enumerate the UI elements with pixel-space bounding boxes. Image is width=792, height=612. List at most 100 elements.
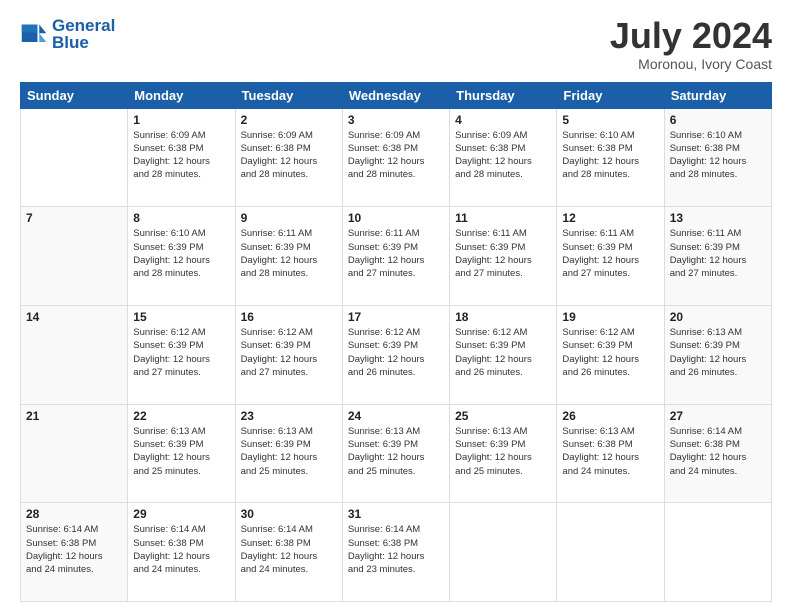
calendar-cell: [664, 503, 771, 602]
day-info: Sunrise: 6:13 AMSunset: 6:39 PMDaylight:…: [348, 425, 444, 478]
day-number: 30: [241, 507, 337, 521]
calendar-cell: 17 Sunrise: 6:12 AMSunset: 6:39 PMDayligh…: [342, 305, 449, 404]
calendar-cell: 9 Sunrise: 6:11 AMSunset: 6:39 PMDaylight…: [235, 207, 342, 306]
day-number: 22: [133, 409, 229, 423]
calendar-body: 1 Sunrise: 6:09 AMSunset: 6:38 PMDaylight…: [21, 108, 772, 601]
calendar-cell: 20 Sunrise: 6:13 AMSunset: 6:39 PMDayligh…: [664, 305, 771, 404]
day-number: 27: [670, 409, 766, 423]
day-info: Sunrise: 6:12 AMSunset: 6:39 PMDaylight:…: [348, 326, 444, 379]
day-number: 11: [455, 211, 551, 225]
day-number: 24: [348, 409, 444, 423]
calendar-header-row: SundayMondayTuesdayWednesdayThursdayFrid…: [21, 82, 772, 108]
logo-text: General Blue: [52, 16, 115, 53]
calendar-cell: 1 Sunrise: 6:09 AMSunset: 6:38 PMDaylight…: [128, 108, 235, 207]
day-info: Sunrise: 6:14 AMSunset: 6:38 PMDaylight:…: [133, 523, 229, 576]
day-number: 12: [562, 211, 658, 225]
day-info: Sunrise: 6:13 AMSunset: 6:39 PMDaylight:…: [241, 425, 337, 478]
calendar-cell: 18Sunrise: 6:12 AMSunset: 6:39 PMDayligh…: [450, 305, 557, 404]
day-number: 21: [26, 409, 122, 423]
day-info: Sunrise: 6:12 AMSunset: 6:39 PMDaylight:…: [133, 326, 229, 379]
day-info: Sunrise: 6:11 AMSunset: 6:39 PMDaylight:…: [241, 227, 337, 280]
day-info: Sunrise: 6:12 AMSunset: 6:39 PMDaylight:…: [562, 326, 658, 379]
calendar-cell: [21, 108, 128, 207]
calendar-cell: 7: [21, 207, 128, 306]
month-year: July 2024: [610, 16, 772, 56]
calendar-cell: 24 Sunrise: 6:13 AMSunset: 6:39 PMDayligh…: [342, 404, 449, 503]
day-number: 29: [133, 507, 229, 521]
calendar-cell: 29 Sunrise: 6:14 AMSunset: 6:38 PMDayligh…: [128, 503, 235, 602]
day-info: Sunrise: 6:09 AMSunset: 6:38 PMDaylight:…: [133, 129, 229, 182]
calendar-week-row: 14 15 Sunrise: 6:12 AMSunset: 6:39 PMDayli…: [21, 305, 772, 404]
day-number: 20: [670, 310, 766, 324]
calendar-cell: 30 Sunrise: 6:14 AMSunset: 6:38 PMDayligh…: [235, 503, 342, 602]
day-info: Sunrise: 6:14 AMSunset: 6:38 PMDaylight:…: [241, 523, 337, 576]
weekday-header-monday: Monday: [128, 82, 235, 108]
day-number: 13: [670, 211, 766, 225]
day-info: Sunrise: 6:11 AMSunset: 6:39 PMDaylight:…: [562, 227, 658, 280]
calendar-week-row: 78 Sunrise: 6:10 AMSunset: 6:39 PMDayligh…: [21, 207, 772, 306]
day-number: 26: [562, 409, 658, 423]
day-info: Sunrise: 6:14 AMSunset: 6:38 PMDaylight:…: [26, 523, 122, 576]
logo: General Blue: [20, 16, 115, 53]
logo-icon: [20, 21, 48, 49]
calendar-cell: 2 Sunrise: 6:09 AMSunset: 6:38 PMDaylight…: [235, 108, 342, 207]
day-number: 7: [26, 211, 122, 225]
day-number: 9: [241, 211, 337, 225]
calendar-cell: 3 Sunrise: 6:09 AMSunset: 6:38 PMDaylight…: [342, 108, 449, 207]
day-info: Sunrise: 6:13 AMSunset: 6:39 PMDaylight:…: [133, 425, 229, 478]
calendar-cell: 19 Sunrise: 6:12 AMSunset: 6:39 PMDayligh…: [557, 305, 664, 404]
day-info: Sunrise: 6:13 AMSunset: 6:39 PMDaylight:…: [670, 326, 766, 379]
weekday-header-thursday: Thursday: [450, 82, 557, 108]
day-number: 8: [133, 211, 229, 225]
calendar-cell: 23Sunrise: 6:13 AMSunset: 6:39 PMDayligh…: [235, 404, 342, 503]
calendar-cell: 10 Sunrise: 6:11 AMSunset: 6:39 PMDayligh…: [342, 207, 449, 306]
day-info: Sunrise: 6:12 AMSunset: 6:39 PMDaylight:…: [241, 326, 337, 379]
day-number: 19: [562, 310, 658, 324]
title-block: July 2024 Moronou, Ivory Coast: [610, 16, 772, 72]
weekday-header-sunday: Sunday: [21, 82, 128, 108]
day-number: 10: [348, 211, 444, 225]
calendar-cell: 13Sunrise: 6:11 AMSunset: 6:39 PMDayligh…: [664, 207, 771, 306]
day-number: 2: [241, 113, 337, 127]
day-info: Sunrise: 6:13 AMSunset: 6:38 PMDaylight:…: [562, 425, 658, 478]
day-number: 6: [670, 113, 766, 127]
day-number: 15: [133, 310, 229, 324]
weekday-header-friday: Friday: [557, 82, 664, 108]
weekday-header-saturday: Saturday: [664, 82, 771, 108]
page: General Blue July 2024 Moronou, Ivory Co…: [0, 0, 792, 612]
weekday-header-tuesday: Tuesday: [235, 82, 342, 108]
day-number: 3: [348, 113, 444, 127]
day-number: 16: [241, 310, 337, 324]
day-info: Sunrise: 6:10 AMSunset: 6:39 PMDaylight:…: [133, 227, 229, 280]
day-number: 1: [133, 113, 229, 127]
calendar-cell: 6Sunrise: 6:10 AMSunset: 6:38 PMDaylight…: [664, 108, 771, 207]
day-number: 5: [562, 113, 658, 127]
day-info: Sunrise: 6:09 AMSunset: 6:38 PMDaylight:…: [348, 129, 444, 182]
calendar-cell: 28Sunrise: 6:14 AMSunset: 6:38 PMDayligh…: [21, 503, 128, 602]
calendar-cell: 5 Sunrise: 6:10 AMSunset: 6:38 PMDaylight…: [557, 108, 664, 207]
day-info: Sunrise: 6:14 AMSunset: 6:38 PMDaylight:…: [348, 523, 444, 576]
day-info: Sunrise: 6:09 AMSunset: 6:38 PMDaylight:…: [241, 129, 337, 182]
calendar-week-row: 28Sunrise: 6:14 AMSunset: 6:38 PMDayligh…: [21, 503, 772, 602]
day-info: Sunrise: 6:09 AMSunset: 6:38 PMDaylight:…: [455, 129, 551, 182]
calendar-week-row: 1 Sunrise: 6:09 AMSunset: 6:38 PMDaylight…: [21, 108, 772, 207]
day-info: Sunrise: 6:13 AMSunset: 6:39 PMDaylight:…: [455, 425, 551, 478]
calendar-cell: 14: [21, 305, 128, 404]
day-number: 4: [455, 113, 551, 127]
day-number: 17: [348, 310, 444, 324]
calendar-cell: 15 Sunrise: 6:12 AMSunset: 6:39 PMDayligh…: [128, 305, 235, 404]
day-info: Sunrise: 6:11 AMSunset: 6:39 PMDaylight:…: [348, 227, 444, 280]
day-info: Sunrise: 6:12 AMSunset: 6:39 PMDaylight:…: [455, 326, 551, 379]
day-info: Sunrise: 6:10 AMSunset: 6:38 PMDaylight:…: [562, 129, 658, 182]
calendar-cell: 26 Sunrise: 6:13 AMSunset: 6:38 PMDayligh…: [557, 404, 664, 503]
calendar-cell: [557, 503, 664, 602]
calendar-cell: 4 Sunrise: 6:09 AMSunset: 6:38 PMDaylight…: [450, 108, 557, 207]
day-number: 25: [455, 409, 551, 423]
calendar-cell: 21: [21, 404, 128, 503]
calendar-cell: 12 Sunrise: 6:11 AMSunset: 6:39 PMDayligh…: [557, 207, 664, 306]
calendar-cell: 25 Sunrise: 6:13 AMSunset: 6:39 PMDayligh…: [450, 404, 557, 503]
day-number: 14: [26, 310, 122, 324]
location: Moronou, Ivory Coast: [610, 56, 772, 72]
calendar-cell: 31Sunrise: 6:14 AMSunset: 6:38 PMDayligh…: [342, 503, 449, 602]
day-info: Sunrise: 6:14 AMSunset: 6:38 PMDaylight:…: [670, 425, 766, 478]
